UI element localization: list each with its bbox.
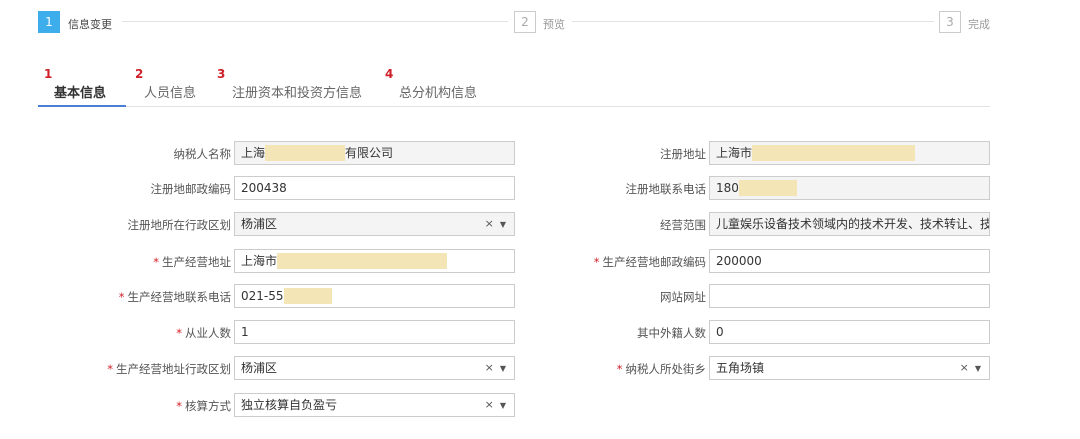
foreign-employees-field[interactable]: 0 — [709, 320, 990, 344]
required-mark: * — [118, 290, 125, 304]
reg-phone-field[interactable]: 180 — [709, 176, 990, 200]
reg-district-select[interactable]: 杨浦区 × ▼ — [234, 212, 515, 236]
tab-branch-info[interactable]: 总分机构信息 — [399, 82, 477, 101]
prod-phone-field[interactable]: 021-55 — [234, 284, 515, 308]
tab-number: 1 — [44, 67, 53, 81]
business-scope-label: 经营范围 — [660, 218, 706, 232]
required-mark: * — [176, 326, 182, 340]
value-prefix: 上海市 — [241, 254, 278, 268]
taxpayer-name-field[interactable]: 上海 有限公司 — [234, 141, 515, 165]
step-1-label: 信息变更 — [68, 18, 112, 31]
step-1-box: 1 — [38, 11, 60, 33]
reg-phone-label: 注册地联系电话 — [625, 182, 707, 196]
tab-number: 2 — [135, 67, 144, 81]
select-value: 杨浦区 — [241, 361, 278, 375]
tab-capital-investor-info[interactable]: 注册资本和投资方信息 — [232, 82, 362, 101]
reg-address-label: 注册地址 — [660, 147, 706, 161]
step-line — [122, 21, 508, 22]
label-text: 从业人数 — [185, 326, 231, 340]
business-scope-field[interactable]: 儿童娱乐设备技术领域内的技术开发、技术转让、技术 — [709, 212, 990, 236]
redaction — [277, 252, 448, 269]
prod-district-select[interactable]: 杨浦区 × ▼ — [234, 356, 515, 380]
accounting-select[interactable]: 独立核算自负盈亏 × ▼ — [234, 393, 515, 417]
prod-phone-label: * 生产经营地联系电话 — [11, 289, 231, 305]
caret-down-icon[interactable]: ▼ — [975, 364, 981, 373]
required-mark: * — [107, 362, 113, 376]
clear-icon[interactable]: × — [960, 361, 969, 374]
select-value: 五角场镇 — [716, 361, 765, 375]
redaction — [738, 179, 797, 196]
active-tab-indicator — [38, 105, 126, 107]
tab-number: 4 — [385, 67, 394, 81]
street-label: * 纳税人所处街乡 — [486, 361, 706, 377]
tab-number: 3 — [217, 67, 226, 81]
redaction — [265, 144, 346, 161]
redaction — [752, 144, 916, 161]
value-suffix: 有限公司 — [345, 146, 394, 160]
step-3-label: 完成 — [968, 18, 990, 31]
label-text: 生产经营地邮政编码 — [602, 255, 707, 269]
value-prefix: 180 — [716, 181, 739, 195]
accounting-label: * 核算方式 — [11, 398, 231, 414]
employees-field[interactable]: 1 — [234, 320, 515, 344]
required-mark: * — [176, 399, 182, 413]
caret-down-icon[interactable]: ▼ — [500, 401, 506, 410]
step-line — [572, 21, 934, 22]
employees-label: * 从业人数 — [11, 325, 231, 341]
select-value: 杨浦区 — [241, 217, 278, 231]
step-2-box: 2 — [514, 11, 536, 33]
value-prefix: 上海市 — [716, 146, 753, 160]
clear-icon[interactable]: × — [485, 398, 494, 411]
select-value: 独立核算自负盈亏 — [241, 398, 338, 412]
prod-district-label: * 生产经营地址行政区划 — [11, 361, 231, 377]
prod-postcode-field[interactable]: 200000 — [709, 249, 990, 273]
prod-postcode-label: * 生产经营地邮政编码 — [486, 254, 706, 270]
required-mark: * — [616, 362, 623, 376]
label-text: 生产经营地联系电话 — [127, 290, 232, 304]
tab-personnel-info[interactable]: 人员信息 — [144, 82, 196, 101]
tab-basic-info[interactable]: 基本信息 — [54, 82, 106, 101]
street-select[interactable]: 五角场镇 × ▼ — [709, 356, 990, 380]
label-text: 核算方式 — [185, 399, 231, 413]
label-text: 生产经营地址 — [162, 255, 231, 269]
reg-postcode-label: 注册地邮政编码 — [150, 182, 232, 196]
tab-divider — [38, 106, 990, 107]
step-2-label: 预览 — [543, 18, 565, 31]
required-mark: * — [153, 255, 159, 269]
reg-address-field[interactable]: 上海市 — [709, 141, 990, 165]
prod-address-field[interactable]: 上海市 — [234, 249, 515, 273]
website-label: 网站网址 — [660, 290, 706, 304]
value-prefix: 上海 — [241, 146, 266, 160]
reg-postcode-field[interactable]: 200438 — [234, 176, 515, 200]
taxpayer-name-label: 纳税人名称 — [173, 147, 232, 161]
reg-district-label: 注册地所在行政区划 — [127, 218, 232, 232]
label-text: 纳税人所处街乡 — [625, 362, 707, 376]
prod-address-label: * 生产经营地址 — [11, 254, 231, 270]
step-3-box: 3 — [939, 11, 961, 33]
value-prefix: 021-55 — [241, 289, 284, 303]
foreign-employees-label: 其中外籍人数 — [637, 326, 706, 340]
redaction — [283, 287, 332, 304]
required-mark: * — [593, 255, 600, 269]
website-field[interactable] — [709, 284, 990, 308]
label-text: 生产经营地址行政区划 — [116, 362, 231, 376]
